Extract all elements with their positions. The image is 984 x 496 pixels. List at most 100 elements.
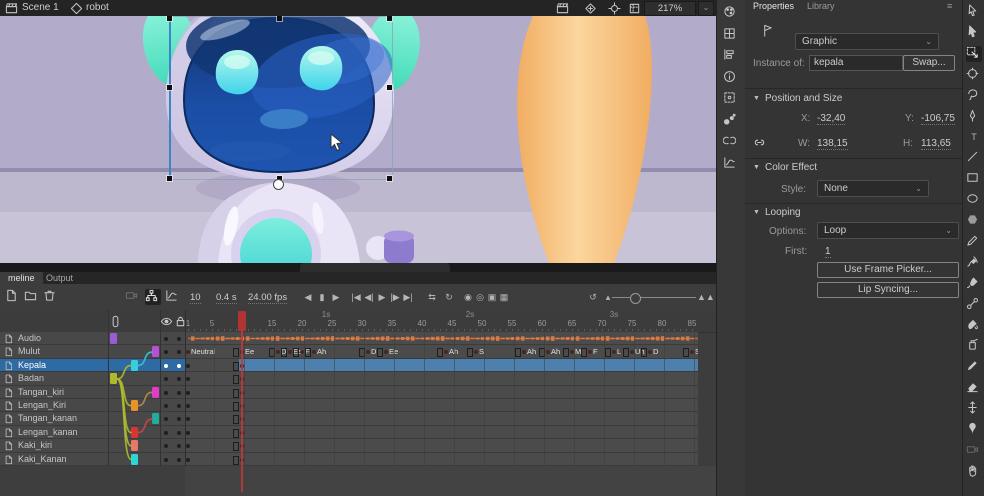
keyframe-end-marker[interactable] (515, 348, 521, 357)
track-row-tangan_kanan[interactable] (185, 412, 698, 425)
parent-tag[interactable] (110, 333, 117, 344)
parent-tag[interactable] (152, 413, 159, 424)
parent-tag[interactable] (131, 454, 138, 465)
lock-dot[interactable] (177, 444, 181, 448)
layer-name[interactable]: Audio (18, 333, 41, 343)
visibility-dot[interactable] (164, 417, 168, 421)
edit-symbols-icon[interactable] (584, 2, 597, 15)
parent-tag[interactable] (131, 400, 138, 411)
timeline-zoom-slider[interactable] (612, 297, 696, 298)
layer-name[interactable]: Tangan_kanan (18, 413, 77, 423)
parent-tag[interactable] (152, 387, 159, 398)
keyframe-end-marker[interactable] (623, 348, 629, 357)
layer-name[interactable]: Kepala (18, 360, 46, 370)
track-row-badan[interactable] (185, 372, 698, 385)
layer-name[interactable]: Lengan_kanan (18, 427, 78, 437)
keyframe-end-marker[interactable] (233, 402, 239, 411)
keyframe-dot[interactable] (648, 350, 652, 354)
keyframe-end-marker[interactable] (233, 429, 239, 438)
width-tool[interactable] (966, 401, 982, 417)
y-value[interactable]: -106,75 (921, 113, 955, 125)
lock-dot[interactable] (177, 337, 181, 341)
transform-handle[interactable] (387, 16, 392, 21)
new-layer-button[interactable] (5, 289, 21, 305)
visibility-dot[interactable] (164, 431, 168, 435)
w-value[interactable]: 138,15 (817, 138, 848, 150)
track-row-audio[interactable] (185, 332, 698, 345)
line-tool[interactable] (966, 150, 982, 166)
color-effect-header[interactable]: Color Effect (765, 162, 817, 173)
keyframe-dot[interactable] (186, 364, 190, 368)
keyframe-dot[interactable] (444, 350, 448, 354)
visibility-dot[interactable] (164, 444, 168, 448)
elapsed-time-field[interactable]: 0.4 s (216, 292, 237, 304)
keyframe-end-marker[interactable] (233, 389, 239, 398)
visibility-dot[interactable] (164, 337, 168, 341)
keyframe-dot[interactable] (186, 444, 190, 448)
keyframe-end-marker[interactable] (233, 415, 239, 424)
visibility-dot[interactable] (164, 377, 168, 381)
keyframe-end-marker[interactable] (269, 348, 275, 357)
go-last-button[interactable]: ▶| (400, 289, 416, 305)
lip-syncing-button[interactable]: Lip Syncing... (817, 282, 959, 298)
info-icon[interactable] (723, 70, 739, 86)
h-value[interactable]: 113,65 (921, 138, 951, 150)
first-frame-value[interactable]: 1 (825, 246, 831, 258)
frames-graph-button[interactable] (165, 289, 181, 305)
scene-breadcrumb[interactable]: Scene 1 (22, 2, 59, 13)
lock-dot[interactable] (177, 417, 181, 421)
gradient-transform-tool[interactable] (966, 67, 982, 83)
asset-warp-tool[interactable] (966, 422, 982, 438)
keyframe-end-marker[interactable] (683, 348, 689, 357)
new-folder-button[interactable] (24, 289, 40, 305)
hand-tool[interactable] (966, 464, 982, 480)
behavior-dropdown[interactable]: Graphic⌄ (795, 33, 939, 50)
swatches-icon[interactable] (723, 27, 739, 43)
keyframe-end-marker[interactable] (377, 348, 383, 357)
polystar-tool[interactable] (966, 213, 982, 229)
style-dropdown[interactable]: None⌄ (817, 180, 929, 197)
track-row-kaki_kiri[interactable] (185, 439, 698, 452)
layer-row-audio[interactable]: Audio (0, 332, 185, 345)
track-row-kepala[interactable] (185, 359, 698, 372)
keyframe-dot[interactable] (612, 350, 616, 354)
keyframe-end-marker[interactable] (605, 348, 611, 357)
keyframe-dot[interactable] (588, 350, 592, 354)
track-row-mulut[interactable]: NeutralEeDEeFAhDEeAhSAhAhMFLUhDS (185, 345, 698, 358)
loop-playback-button[interactable]: ↻ (441, 289, 457, 305)
free-transform-tool[interactable] (966, 46, 982, 62)
symbol-breadcrumb[interactable]: robot (86, 2, 109, 13)
align-icon[interactable] (723, 48, 739, 64)
parenting-view-button[interactable] (145, 289, 161, 305)
track-row-kaki_kanan[interactable] (185, 453, 698, 466)
frame-rate-field[interactable]: 24.00 fps (248, 292, 287, 304)
oval-tool[interactable] (966, 192, 982, 208)
transform-handle[interactable] (167, 16, 172, 21)
transform-handle[interactable] (277, 16, 282, 21)
visibility-dot[interactable] (164, 458, 168, 462)
delete-layer-button[interactable] (43, 289, 59, 305)
modify-markers-button[interactable]: ▦ (496, 289, 512, 305)
lasso-tool[interactable] (966, 88, 982, 104)
keyframe-dot[interactable] (630, 350, 634, 354)
keyframe-dot[interactable] (186, 404, 190, 408)
keyframe-dot[interactable] (186, 431, 190, 435)
tab-properties[interactable]: Properties (753, 0, 794, 12)
parent-tag[interactable] (110, 373, 117, 384)
layer-row-mulut[interactable]: Mulut (0, 345, 185, 358)
transform-handle[interactable] (167, 176, 172, 181)
transform-handle[interactable] (387, 176, 392, 181)
keyframe-dot[interactable] (186, 350, 190, 354)
collapse-triangle-icon[interactable]: ▼ (753, 209, 760, 216)
track-row-lengan_kiri[interactable] (185, 399, 698, 412)
lock-dot[interactable] (177, 350, 181, 354)
keyframe-dot[interactable] (570, 350, 574, 354)
parent-tag[interactable] (131, 360, 138, 371)
keyframe-end-marker[interactable] (563, 348, 569, 357)
keyframe-end-marker[interactable] (581, 348, 587, 357)
use-frame-picker-button[interactable]: Use Frame Picker... (817, 262, 959, 278)
eraser-tool[interactable] (966, 380, 982, 396)
lock-dot[interactable] (177, 391, 181, 395)
collapse-triangle-icon[interactable]: ▼ (753, 164, 760, 171)
keyframe-end-marker[interactable] (305, 348, 311, 357)
